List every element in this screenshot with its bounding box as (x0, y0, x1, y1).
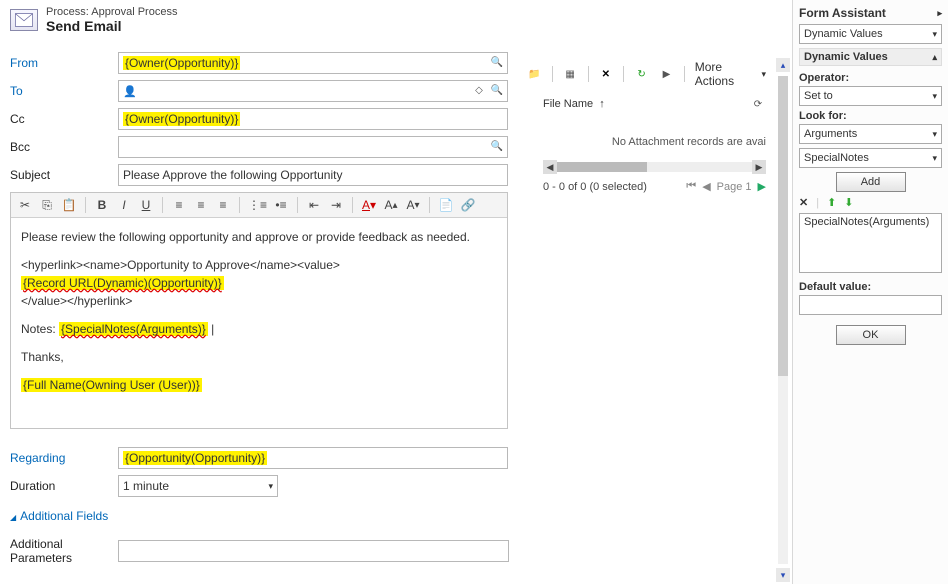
insert-link-icon[interactable]: 🔗 (460, 196, 476, 214)
body-signature: {Full Name(Owning User (User))} (21, 376, 497, 394)
from-token: {Owner(Opportunity)} (123, 56, 240, 70)
scroll-left-icon[interactable]: ◀ (543, 160, 557, 174)
subject-text: Please Approve the following Opportunity (123, 168, 342, 182)
mail-icon (10, 9, 38, 31)
refresh-icon[interactable]: ↻ (634, 66, 649, 82)
cc-label: Cc (10, 112, 118, 126)
expand-icon[interactable]: ◇ (471, 82, 487, 98)
additional-params-label: Additional Parameters (10, 537, 118, 565)
lookfor-attribute-select[interactable]: SpecialNotes▾ (799, 148, 942, 168)
grid-icon[interactable]: ▦ (563, 66, 578, 82)
unordered-list-icon[interactable]: •≡ (273, 196, 289, 214)
run-icon[interactable]: ▶ (659, 66, 674, 82)
italic-icon[interactable]: I (116, 196, 132, 214)
lookfor-entity-select[interactable]: Arguments▾ (799, 124, 942, 144)
delete-icon[interactable]: ✕ (598, 66, 613, 82)
scroll-right-icon[interactable]: ▶ (752, 160, 766, 174)
more-actions-menu[interactable]: More Actions▾ (695, 60, 766, 88)
paste-icon[interactable]: 📋 (61, 196, 77, 214)
first-page-icon[interactable]: ⏮ (686, 180, 696, 193)
lookup-icon[interactable]: 🔍 (489, 138, 505, 154)
operator-select[interactable]: Set to▾ (799, 86, 942, 106)
body-notes: Notes: {SpecialNotes(Arguments)} | (21, 320, 497, 338)
default-value-input[interactable] (799, 295, 942, 315)
page-indicator: Page 1 (717, 181, 752, 193)
subject-label: Subject (10, 168, 118, 182)
page-title: Send Email (46, 18, 177, 34)
to-input[interactable]: 👤 ◇ 🔍 (118, 80, 508, 102)
ordered-list-icon[interactable]: ⋮≡ (248, 196, 267, 214)
filename-header[interactable]: File Name ↑ (543, 98, 605, 110)
rich-text-editor: ✂ ⎘ 📋 B I U ≡ ≡ ≡ ⋮≡ •≡ ⇤ ⇥ A▾ A▴ (10, 192, 508, 429)
new-attachment-icon[interactable]: 📁 (527, 66, 542, 82)
remove-icon[interactable]: ✕ (799, 196, 808, 209)
add-button[interactable]: Add (836, 172, 906, 192)
refresh-list-icon[interactable]: ⟳ (750, 96, 766, 112)
lookup-icon[interactable]: 🔍 (489, 82, 505, 98)
next-page-icon[interactable]: ▶ (758, 180, 766, 193)
duration-select[interactable]: 1 minute ▾ (118, 475, 278, 497)
person-icon: 👤 (123, 85, 137, 98)
font-color-icon[interactable]: A▾ (361, 196, 377, 214)
body-hyperlink: <hyperlink><name>Opportunity to Approve<… (21, 256, 497, 310)
cc-token: {Owner(Opportunity)} (123, 112, 240, 126)
form-assistant-pane: Form Assistant ▸ Dynamic Values▾ Dynamic… (792, 0, 948, 584)
cut-icon[interactable]: ✂ (17, 196, 33, 214)
body-thanks: Thanks, (21, 348, 497, 366)
assistant-mode-select[interactable]: Dynamic Values▾ (799, 24, 942, 44)
sort-up-icon: ↑ (599, 98, 605, 110)
attachments-empty: No Attachment records are avai (519, 116, 774, 156)
align-center-icon[interactable]: ≡ (193, 196, 209, 214)
attachments-pane: 📁 ▦ ✕ ↻ ▶ More Actions▾ File Name ↑ ⟳ No… (519, 0, 774, 584)
regarding-token: {Opportunity(Opportunity)} (123, 451, 267, 465)
scroll-up-icon[interactable]: ▴ (776, 58, 790, 72)
ok-button[interactable]: OK (836, 325, 906, 345)
lookup-icon[interactable]: 🔍 (489, 54, 505, 70)
copy-icon[interactable]: ⎘ (39, 196, 55, 214)
expand-icon[interactable]: ▸ (937, 8, 942, 19)
align-right-icon[interactable]: ≡ (215, 196, 231, 214)
default-value-label: Default value: (799, 281, 942, 293)
bcc-input[interactable]: 🔍 (118, 136, 508, 158)
subject-input[interactable]: Please Approve the following Opportunity (118, 164, 508, 186)
scroll-down-icon[interactable]: ▾ (776, 568, 790, 582)
to-label: To (10, 84, 118, 98)
insert-article-icon[interactable]: 📄 (438, 196, 454, 214)
move-up-icon[interactable]: ⬆ (827, 196, 836, 209)
outdent-icon[interactable]: ⇤ (306, 196, 322, 214)
align-left-icon[interactable]: ≡ (171, 196, 187, 214)
main-pane: Process: Approval Process Send Email Fro… (0, 0, 519, 584)
process-label: Process: Approval Process (46, 6, 177, 18)
bold-icon[interactable]: B (94, 196, 110, 214)
horizontal-scrollbar[interactable]: ◀ ▶ (543, 160, 766, 174)
indent-icon[interactable]: ⇥ (328, 196, 344, 214)
cc-input[interactable]: {Owner(Opportunity)} (118, 108, 508, 130)
from-label: From (10, 56, 118, 70)
dynamic-values-header: Dynamic Values (804, 51, 888, 63)
body-intro: Please review the following opportunity … (21, 228, 497, 246)
editor-body[interactable]: Please review the following opportunity … (11, 218, 507, 428)
bcc-label: Bcc (10, 140, 118, 154)
additional-params-input[interactable] (118, 540, 509, 562)
editor-toolbar: ✂ ⎘ 📋 B I U ≡ ≡ ≡ ⋮≡ •≡ ⇤ ⇥ A▾ A▴ (11, 193, 507, 218)
operator-label: Operator: (799, 72, 942, 84)
underline-icon[interactable]: U (138, 196, 154, 214)
vertical-scrollbar[interactable]: ▴ ▾ (774, 0, 792, 584)
lookfor-label: Look for: (799, 110, 942, 122)
chevron-down-icon: ▾ (268, 481, 273, 492)
from-input[interactable]: {Owner(Opportunity)} 🔍 (118, 52, 508, 74)
regarding-label: Regarding (10, 451, 118, 465)
collapse-icon[interactable]: ▴ (932, 52, 937, 63)
list-item[interactable]: SpecialNotes(Arguments) (804, 216, 937, 228)
selected-values-list[interactable]: SpecialNotes(Arguments) (799, 213, 942, 273)
additional-fields-toggle[interactable]: Additional Fields (10, 509, 509, 523)
regarding-input[interactable]: {Opportunity(Opportunity)} (118, 447, 508, 469)
font-size-down-icon[interactable]: A▾ (405, 196, 421, 214)
font-size-up-icon[interactable]: A▴ (383, 196, 399, 214)
record-count: 0 - 0 of 0 (0 selected) (543, 181, 647, 193)
form-assistant-title: Form Assistant (799, 6, 886, 20)
prev-page-icon[interactable]: ◀ (702, 180, 710, 193)
duration-label: Duration (10, 479, 118, 493)
move-down-icon[interactable]: ⬇ (844, 196, 853, 209)
